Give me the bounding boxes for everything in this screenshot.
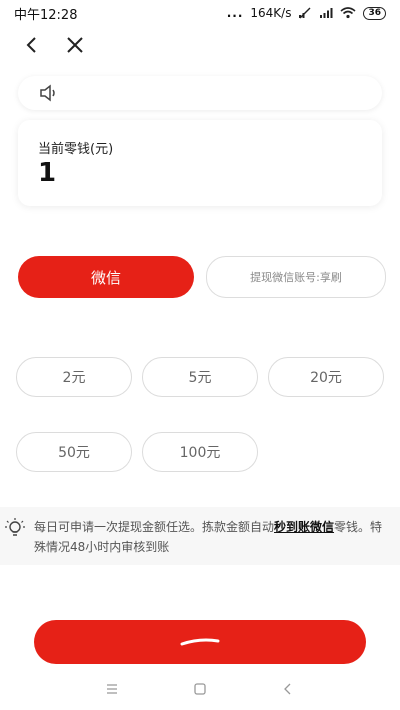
withdraw-submit-button[interactable] <box>34 620 366 664</box>
wifi-icon <box>340 7 356 19</box>
balance-value: 1 <box>38 158 57 188</box>
menu-icon[interactable] <box>104 681 120 697</box>
amount-option-20[interactable]: 20元 <box>268 357 384 397</box>
status-indicators: ... 164K/s 36 <box>227 6 386 20</box>
tip-panel: 每日可申请一次提现金额任选。拣款金额自动秒到账微信零钱。特殊情况48小时内审核到… <box>0 507 400 565</box>
signal-icon <box>320 8 333 18</box>
signal-off-icon <box>299 7 311 19</box>
back-nav-icon[interactable] <box>280 681 296 697</box>
top-nav <box>0 28 400 62</box>
status-dots: ... <box>226 6 244 20</box>
home-icon[interactable] <box>192 681 208 697</box>
submit-label-mark <box>180 638 220 646</box>
tip-text-before: 每日可申请一次提现金额任选。拣款金额自动 <box>34 520 275 534</box>
status-bar: 中午12:28 ... 164K/s 36 <box>0 0 400 26</box>
amount-option-5[interactable]: 5元 <box>142 357 258 397</box>
wechat-method-button[interactable]: 微信 <box>18 256 194 298</box>
chevron-left-icon <box>26 37 36 53</box>
tip-link[interactable]: 秒到账微信 <box>274 520 334 534</box>
balance-label: 当前零钱(元) <box>38 142 114 157</box>
amount-option-100[interactable]: 100元 <box>142 432 258 472</box>
amount-option-2[interactable]: 2元 <box>16 357 132 397</box>
wechat-account-field[interactable]: 提现微信账号:享刷 <box>206 256 386 298</box>
notice-bar <box>18 76 382 110</box>
back-button[interactable] <box>14 28 48 62</box>
withdraw-method-row: 微信 提现微信账号:享刷 <box>18 256 386 298</box>
status-time: 中午12:28 <box>14 7 78 23</box>
close-button[interactable] <box>58 28 92 62</box>
system-nav-bar <box>0 668 400 710</box>
battery-indicator: 36 <box>363 6 386 20</box>
speaker-icon <box>40 84 55 102</box>
bulb-icon <box>5 518 25 536</box>
balance-card: 当前零钱(元) 1 <box>18 120 382 206</box>
network-speed: 164K/s <box>250 6 292 20</box>
close-icon <box>67 37 83 53</box>
tip-text: 每日可申请一次提现金额任选。拣款金额自动秒到账微信零钱。特殊情况48小时内审核到… <box>34 517 390 557</box>
amount-option-50[interactable]: 50元 <box>16 432 132 472</box>
